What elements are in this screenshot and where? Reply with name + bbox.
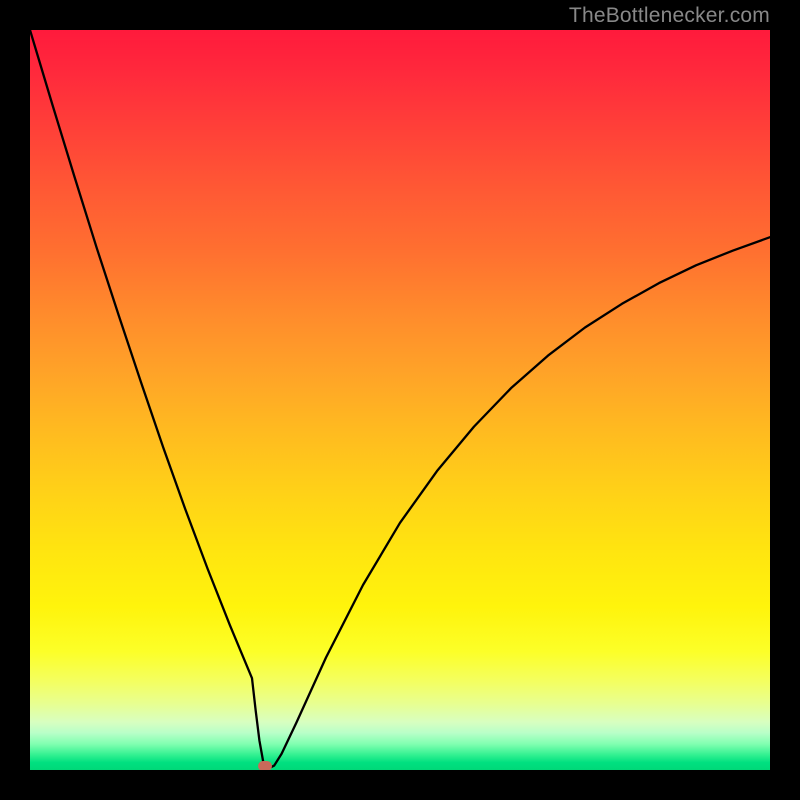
plot-area	[30, 30, 770, 770]
optimal-point-marker	[258, 761, 272, 770]
bottleneck-curve	[30, 30, 770, 769]
chart-frame: TheBottlenecker.com	[0, 0, 800, 800]
watermark-text: TheBottlenecker.com	[569, 4, 770, 28]
curve-layer	[30, 30, 770, 770]
